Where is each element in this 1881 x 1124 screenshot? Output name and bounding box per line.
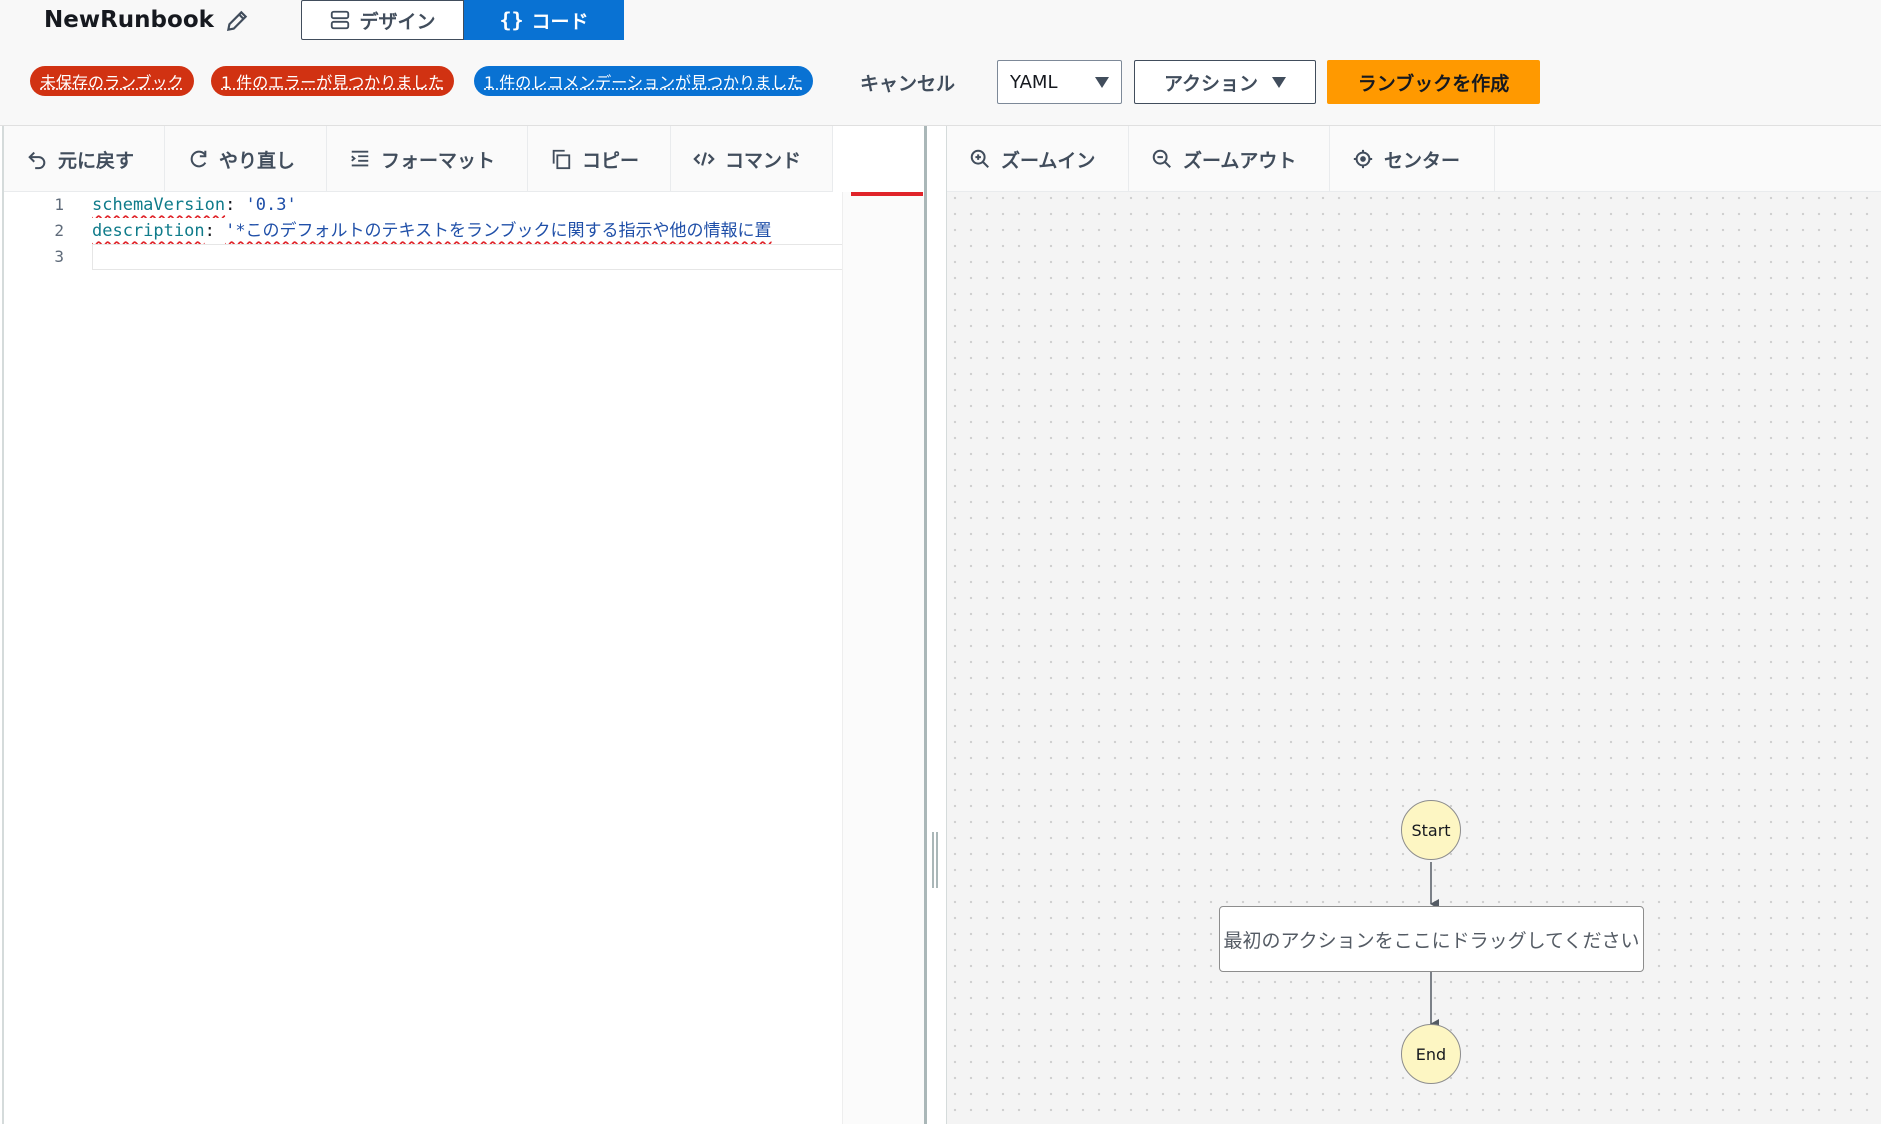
page-header: NewRunbook デザイン {} コード 未保存のランブック 1 件のエラー… xyxy=(0,0,1881,126)
code-braces-icon: {} xyxy=(499,8,524,32)
yaml-value: '0.3' xyxy=(245,195,297,215)
caret-down-icon xyxy=(1272,76,1287,88)
command-button[interactable]: コマンド xyxy=(671,126,833,192)
panel-divider xyxy=(924,126,927,1124)
error-marker xyxy=(851,192,923,196)
redo-icon xyxy=(190,150,207,168)
unsaved-badge[interactable]: 未保存のランブック xyxy=(30,66,194,96)
redo-label: やり直し xyxy=(219,149,296,172)
yaml-separator: : xyxy=(225,195,246,215)
copy-icon xyxy=(552,149,571,170)
design-icon xyxy=(331,10,350,30)
runbook-title: NewRunbook xyxy=(44,7,214,33)
flow-edges xyxy=(1430,862,1439,1029)
yaml-value: '*このデフォルトのテキストをランブックに関する指示や他の情報に置 xyxy=(225,221,772,241)
start-node[interactable]: Start xyxy=(1401,800,1461,860)
error-badge[interactable]: 1 件のエラーが見つかりました xyxy=(211,66,455,96)
format-select-value: YAML xyxy=(1010,71,1058,93)
end-node[interactable]: End xyxy=(1401,1024,1461,1084)
tab-design-label: デザイン xyxy=(359,10,436,33)
copy-label: コピー xyxy=(582,149,640,172)
editor-toolbar: 元に戻す やり直し フォーマット コピー コマンド xyxy=(4,126,833,192)
create-runbook-button[interactable]: ランブックを作成 xyxy=(1327,60,1540,104)
line-number: 3 xyxy=(54,247,64,266)
copy-button[interactable]: コピー xyxy=(528,126,671,192)
format-select[interactable]: YAML xyxy=(997,60,1122,104)
yaml-separator: : xyxy=(204,221,226,241)
caret-down-icon xyxy=(1095,76,1109,88)
undo-button[interactable]: 元に戻す xyxy=(4,126,165,192)
yaml-key: description xyxy=(92,221,205,241)
code-editor[interactable]: 1 2 3 schemaVersion: '0.3' description: … xyxy=(4,192,842,1124)
command-label: コマンド xyxy=(725,149,802,172)
resize-handle[interactable] xyxy=(932,832,938,888)
format-icon xyxy=(351,150,369,167)
code-editor-panel: 元に戻す やり直し フォーマット コピー コマンド 1 2 3 schemaVe… xyxy=(2,126,926,1124)
command-icon xyxy=(693,152,715,166)
cancel-button[interactable]: キャンセル xyxy=(860,66,955,98)
edit-title-icon[interactable] xyxy=(224,8,250,34)
action-drop-zone[interactable]: 最初のアクションをここにドラッグしてください xyxy=(1219,906,1644,972)
tab-code[interactable]: {} コード xyxy=(464,0,624,40)
tab-design[interactable]: デザイン xyxy=(301,0,464,40)
code-line: description: '*このデフォルトのテキストをランブックに関する指示や… xyxy=(92,218,842,244)
undo-icon xyxy=(28,151,46,170)
undo-label: 元に戻す xyxy=(58,149,135,172)
view-mode-toggle: デザイン {} コード xyxy=(301,0,624,40)
code-line: schemaVersion: '0.3' xyxy=(92,192,842,218)
line-number: 1 xyxy=(54,195,64,214)
format-label: フォーマット xyxy=(381,149,496,172)
tab-code-label: コード xyxy=(531,10,589,33)
editor-minimap[interactable] xyxy=(842,192,924,1124)
yaml-key: schemaVersion xyxy=(92,195,226,215)
actions-dropdown-button[interactable]: アクション xyxy=(1134,60,1316,104)
line-number: 2 xyxy=(54,221,64,240)
redo-button[interactable]: やり直し xyxy=(165,126,327,192)
format-button[interactable]: フォーマット xyxy=(327,126,528,192)
active-line-highlight xyxy=(92,244,842,270)
actions-label: アクション xyxy=(1163,72,1259,95)
visual-canvas-panel: ズームイン ズームアウト センター Start 最初のアクションをここにドラッグ… xyxy=(946,126,1881,1124)
recommendation-badge[interactable]: 1 件のレコメンデーションが見つかりました xyxy=(474,66,813,96)
